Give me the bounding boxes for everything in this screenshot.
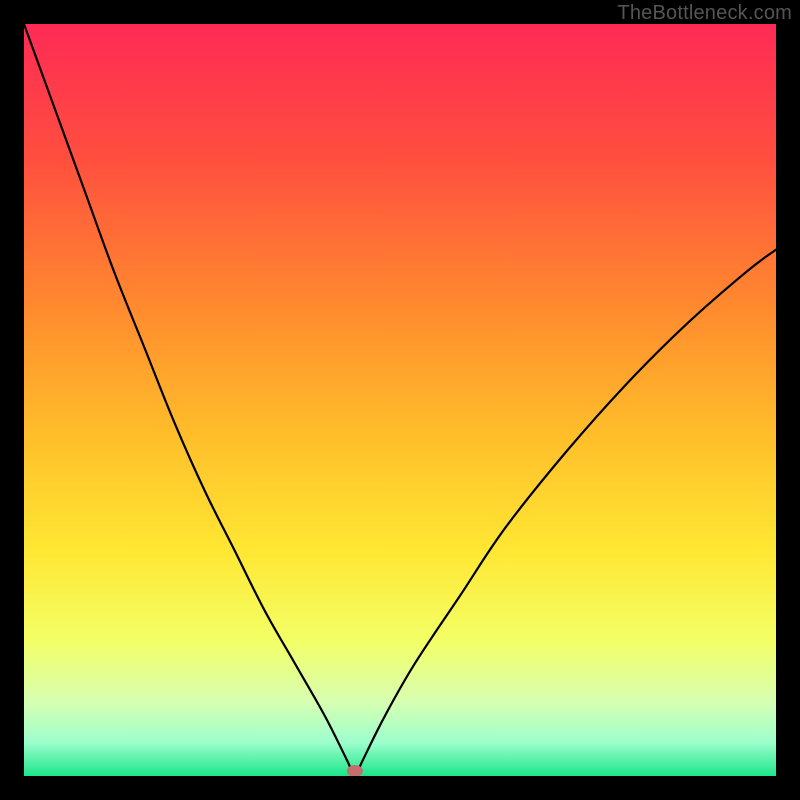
plot-area: [24, 24, 776, 776]
watermark-text: TheBottleneck.com: [617, 2, 792, 25]
chart-frame: TheBottleneck.com: [0, 0, 800, 800]
bottleneck-chart: [24, 24, 776, 776]
gradient-background: [24, 24, 776, 776]
